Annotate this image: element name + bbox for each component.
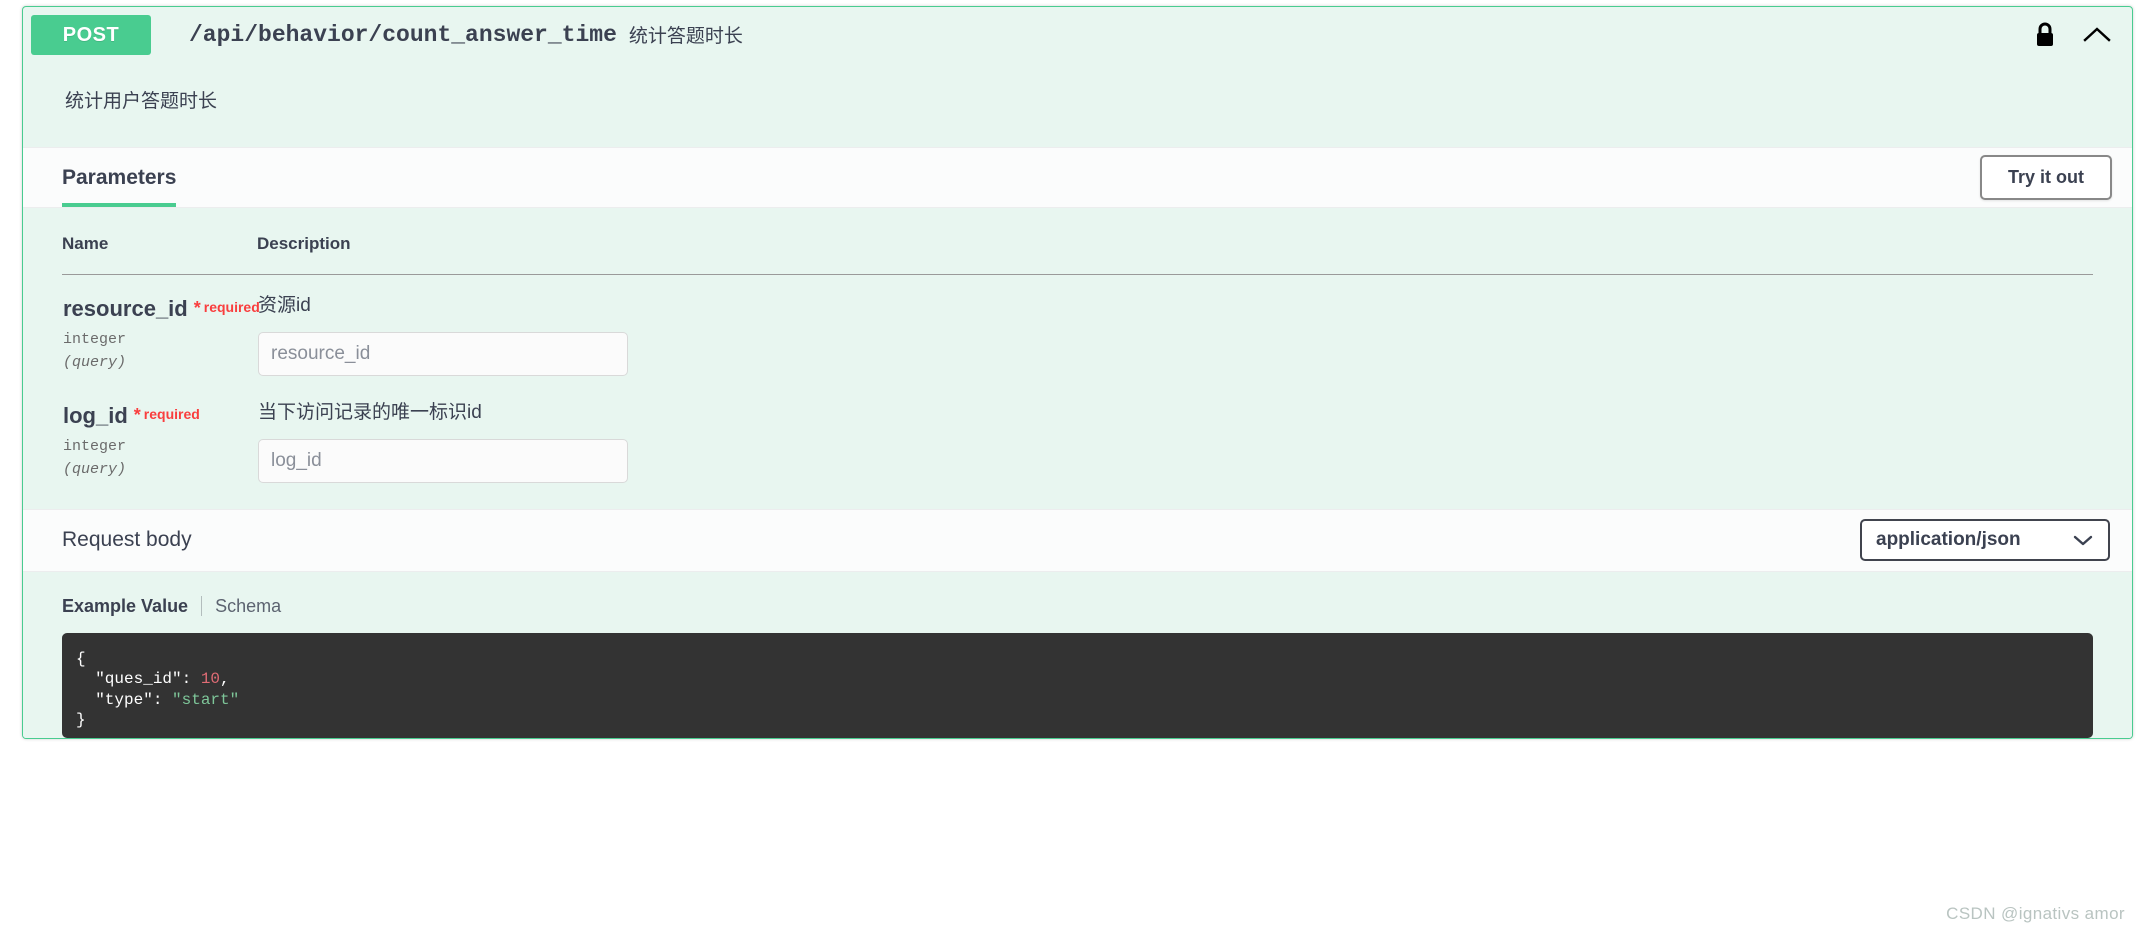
parameter-location: (query) xyxy=(63,354,127,371)
required-star: * xyxy=(133,404,141,425)
operation-summary-controls xyxy=(2034,21,2112,49)
log-id-input[interactable] xyxy=(258,438,628,483)
required-label: required xyxy=(203,299,260,315)
parameter-description-cell-resource-id: 资源id xyxy=(257,275,2093,382)
chevron-down-icon xyxy=(2072,533,2094,547)
json-value-type: "start" xyxy=(172,690,240,709)
parameter-description-cell-log-id: 当下访问记录的唯一标识id xyxy=(257,382,2093,489)
json-comma-0: , xyxy=(220,670,230,689)
parameter-location: (query) xyxy=(63,460,127,478)
request-body-label: Request body xyxy=(62,528,192,552)
example-value-area: Example Value Schema { "ques_id": 10, "t… xyxy=(23,571,2132,738)
json-key-ques-id: "ques_id" xyxy=(95,670,182,689)
json-close-brace: } xyxy=(76,711,86,730)
example-value-tabs: Example Value Schema xyxy=(62,596,2093,617)
http-method-badge: POST xyxy=(31,14,151,55)
content-type-value: application/json xyxy=(1876,529,2021,551)
parameters-title-wrap: Parameters xyxy=(62,148,177,207)
operation-path: /api/behavior/count_answer_time xyxy=(189,21,617,48)
resource-id-input[interactable] xyxy=(258,331,628,376)
required-label: required xyxy=(143,405,200,422)
parameters-table-area: Name Description resource_id * required in… xyxy=(23,208,2132,509)
json-value-ques-id: 10 xyxy=(200,670,221,689)
table-header-row: Name Description xyxy=(62,208,2093,275)
parameters-active-underline xyxy=(62,203,177,207)
column-header-name: Name xyxy=(62,208,257,275)
required-badge: * required xyxy=(193,298,260,318)
operation-summary-text: 统计答题时长 xyxy=(628,26,743,47)
table-row: resource_id * required integer (query) 资源i… xyxy=(62,275,2093,382)
parameter-name-line: log_id * required xyxy=(63,403,256,429)
parameters-header-band: Parameters Try it out xyxy=(23,147,2132,208)
tab-schema[interactable]: Schema xyxy=(215,596,281,617)
json-sep-0: : xyxy=(181,670,201,689)
json-key-type: "type" xyxy=(95,690,153,709)
example-json-code-block[interactable]: { "ques_id": 10, "type": "start" } xyxy=(62,632,2093,738)
parameter-name: log_id xyxy=(63,402,128,428)
required-star: * xyxy=(193,298,201,318)
lock-closed-icon[interactable] xyxy=(2034,21,2056,49)
json-open-brace: { xyxy=(76,649,86,668)
watermark: CSDN @ignativs amor xyxy=(1946,904,2125,923)
json-sep-1: : xyxy=(152,690,173,709)
required-badge: * required xyxy=(133,404,200,425)
parameter-description: 资源id xyxy=(258,295,311,316)
parameters-table: Name Description resource_id * required in… xyxy=(62,208,2093,489)
parameter-name-cell-log-id: log_id * required integer (query) xyxy=(62,382,257,489)
parameter-type: integer xyxy=(63,331,127,348)
request-body-band: Request body application/json xyxy=(23,508,2132,572)
tab-example-value[interactable]: Example Value xyxy=(62,596,188,617)
parameter-name-line: resource_id * required xyxy=(63,296,260,322)
operation-description: 统计用户答题时长 xyxy=(23,62,2132,147)
table-row: log_id * required integer (query) 当下访问记录的唯… xyxy=(62,382,2093,489)
parameter-name-cell-resource-id: resource_id * required integer (query) xyxy=(62,275,260,382)
parameter-description: 当下访问记录的唯一标识id xyxy=(258,401,482,423)
try-it-out-button[interactable]: Try it out xyxy=(1980,155,2112,200)
chevron-up-icon[interactable] xyxy=(2082,25,2112,45)
tab-divider xyxy=(201,596,203,617)
column-header-description: Description xyxy=(257,208,2093,275)
parameter-name: resource_id xyxy=(63,296,188,321)
operation-block: POST /api/behavior/count_answer_time 统计答… xyxy=(22,6,2133,739)
content-type-select[interactable]: application/json xyxy=(1860,519,2110,562)
parameter-type: integer xyxy=(63,437,127,455)
operation-summary-bar[interactable]: POST /api/behavior/count_answer_time 统计答… xyxy=(23,7,2132,62)
page-title: Parameters xyxy=(62,165,177,189)
